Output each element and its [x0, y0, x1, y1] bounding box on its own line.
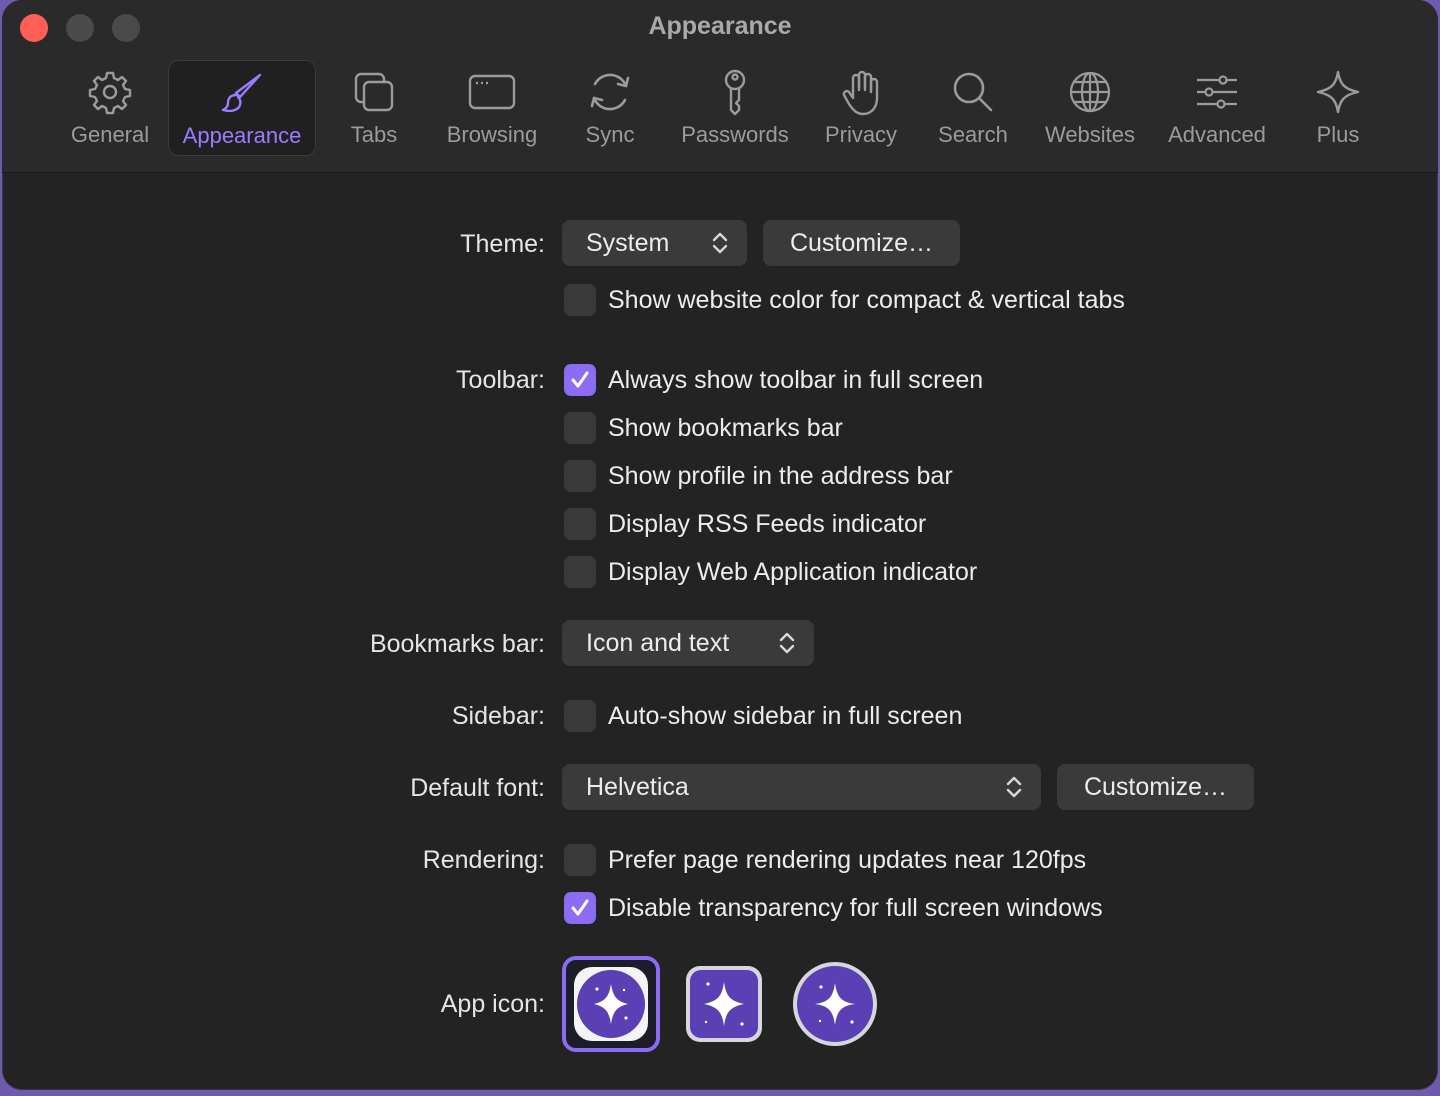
toolbar-option-label: Display Web Application indicator [608, 557, 978, 586]
tab-sync[interactable]: Sync [568, 60, 652, 156]
key-icon [724, 69, 746, 116]
browser-window-icon [468, 74, 516, 110]
tab-label: Appearance [182, 123, 302, 148]
tab-passwords[interactable]: Passwords [670, 60, 800, 156]
checkmark-icon [571, 899, 589, 916]
tab-label: Browsing [446, 122, 538, 147]
theme-value: System [586, 228, 670, 257]
rendering-label: Rendering: [422, 846, 545, 874]
theme-customize-button[interactable]: Customize… [763, 220, 960, 266]
app-icon-label: App icon: [440, 990, 545, 1018]
tabs-icon [354, 72, 394, 112]
tab-label: Privacy [824, 122, 898, 147]
tab-general[interactable]: General [60, 60, 160, 156]
toolbar-option-label: Display RSS Feeds indicator [608, 509, 927, 538]
web-app-indicator-checkbox[interactable] [564, 556, 596, 588]
tab-tabs[interactable]: Tabs [332, 60, 416, 156]
preferences-window: Appearance General Appearance Tabs Brows… [2, 0, 1438, 1090]
always-show-toolbar-checkbox[interactable] [564, 364, 596, 396]
tab-label: Tabs [350, 122, 398, 147]
show-bookmarks-bar-checkbox[interactable] [564, 412, 596, 444]
rendering-option-label: Prefer page rendering updates near 120fp… [608, 845, 1087, 874]
tab-plus[interactable]: Plus [1298, 60, 1378, 156]
tab-label: Sync [585, 122, 635, 147]
toolbar-option-label: Show bookmarks bar [608, 413, 843, 442]
sync-icon [590, 73, 630, 111]
app-icon-option-circle[interactable] [792, 961, 878, 1047]
sparkle-icon [1316, 70, 1360, 114]
chevron-updown-icon [1006, 776, 1022, 798]
default-font-popup[interactable]: Helvetica [562, 764, 1041, 810]
theme-popup[interactable]: System [562, 220, 747, 266]
website-color-checkbox[interactable] [564, 284, 596, 316]
tab-label: Advanced [1168, 122, 1266, 147]
sliders-icon [1197, 75, 1237, 109]
tab-browsing[interactable]: Browsing [432, 60, 552, 156]
toolbar-option-label: Always show toolbar in full screen [608, 365, 984, 394]
app-icon-option-light[interactable] [562, 956, 660, 1052]
website-color-label: Show website color for compact & vertica… [608, 285, 1125, 314]
paintbrush-icon [221, 73, 262, 113]
sidebar-label: Sidebar: [451, 702, 545, 730]
font-customize-button[interactable]: Customize… [1057, 764, 1254, 810]
tab-websites[interactable]: Websites [1032, 60, 1148, 156]
toolbar-option-row[interactable]: Always show toolbar in full screen [564, 363, 983, 397]
tab-label: Passwords [681, 122, 789, 147]
tab-label: Websites [1044, 122, 1136, 147]
window-title: Appearance [648, 12, 792, 40]
toolbar: Appearance General Appearance Tabs Brows… [2, 0, 1438, 173]
chevron-updown-icon [712, 232, 728, 254]
bookmarks-bar-popup[interactable]: Icon and text [562, 620, 814, 666]
default-font-value: Helvetica [586, 772, 689, 801]
rendering-option-label: Disable transparency for full screen win… [608, 893, 1103, 922]
auto-show-sidebar-checkbox[interactable] [564, 700, 596, 732]
chevron-updown-icon [779, 632, 795, 654]
sidebar-option-row[interactable]: Auto-show sidebar in full screen [564, 699, 962, 733]
rendering-option-row[interactable]: Disable transparency for full screen win… [564, 891, 1103, 925]
prefer-120fps-checkbox[interactable] [564, 844, 596, 876]
disable-transparency-checkbox[interactable] [564, 892, 596, 924]
toolbar-option-label: Show profile in the address bar [608, 461, 953, 490]
sidebar-option-label: Auto-show sidebar in full screen [608, 701, 963, 730]
toolbar-option-row[interactable]: Show profile in the address bar [564, 459, 953, 493]
toolbar-option-row[interactable]: Display RSS Feeds indicator [564, 507, 926, 541]
default-font-label: Default font: [410, 774, 545, 802]
tab-search[interactable]: Search [928, 60, 1018, 156]
rss-indicator-checkbox[interactable] [564, 508, 596, 540]
app-icon-option-square[interactable] [684, 964, 764, 1044]
theme-label: Theme: [460, 230, 545, 258]
search-icon [953, 72, 993, 112]
website-color-checkbox-row[interactable]: Show website color for compact & vertica… [564, 283, 1125, 317]
globe-icon [1069, 71, 1111, 113]
toolbar-option-row[interactable]: Display Web Application indicator [564, 555, 977, 589]
tab-privacy[interactable]: Privacy [814, 60, 908, 156]
rendering-option-row[interactable]: Prefer page rendering updates near 120fp… [564, 843, 1086, 877]
show-profile-checkbox[interactable] [564, 460, 596, 492]
bookmarks-bar-value: Icon and text [586, 628, 730, 657]
tab-label: General [70, 122, 150, 147]
tab-label: Plus [1316, 122, 1360, 147]
checkmark-icon [571, 371, 589, 388]
tab-advanced[interactable]: Advanced [1156, 60, 1278, 156]
tab-label: Search [938, 122, 1008, 147]
bookmarks-bar-label: Bookmarks bar: [369, 630, 545, 658]
tab-appearance[interactable]: Appearance [168, 60, 316, 156]
hand-icon [842, 70, 879, 116]
gear-icon [88, 71, 132, 115]
appearance-pane: Theme: System Customize… Show website co… [2, 172, 1438, 1090]
toolbar-label: Toolbar: [456, 366, 545, 394]
toolbar-option-row[interactable]: Show bookmarks bar [564, 411, 843, 445]
